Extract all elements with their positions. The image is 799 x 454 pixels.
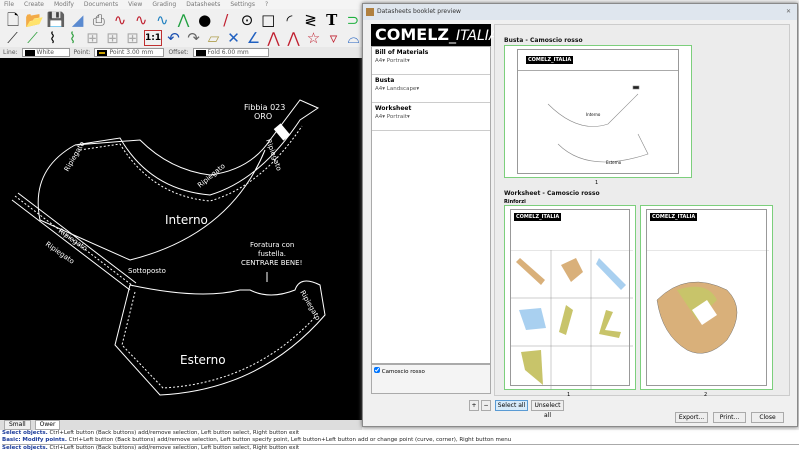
drawing-canvas[interactable]: Fibbia 023 ORO Ripiegato Ripiegato Ripie… (0, 58, 362, 420)
options-bar: Line: White Point: Point 3.00 mm Offset:… (0, 47, 362, 58)
label-sottoposto: Sottoposto (128, 267, 166, 275)
point-value: Point 3.00 mm (109, 49, 154, 56)
point-label: Point: (73, 49, 91, 56)
label-ripiegato-6: Ripiegato (298, 289, 322, 322)
status-mode-2: Basic: Modify points. (2, 437, 67, 443)
doc-format-select[interactable]: A4▾ Portrait▾ (375, 114, 410, 120)
measure-icon[interactable]: ⟋ (4, 28, 21, 48)
menu-modify[interactable]: Modify (54, 0, 74, 9)
status-mode-1: Select objects. (2, 430, 48, 436)
datasheets-preview-dialog: Datasheets booklet preview ✕ COMELZ_ITAL… (362, 3, 798, 427)
doc-format-select[interactable]: A4▾ Landscape▾ (375, 86, 419, 92)
offset-value: Fold 6.00 mm (207, 49, 249, 56)
status-mode-3: Select objects. (2, 445, 48, 451)
tab-ower[interactable]: Ower (34, 420, 61, 430)
point-select[interactable]: Point 3.00 mm (94, 48, 165, 57)
eraser-icon[interactable]: ▱ (205, 28, 222, 48)
section-title-worksheet: Worksheet - Camoscio rosso (504, 190, 600, 197)
preview-page-busta-1[interactable]: COMELZ_ITALIA Interno Esterno (504, 45, 692, 178)
line-value: White (36, 49, 54, 56)
comelz-logo: COMELZ_ITALIA (371, 24, 498, 46)
page-number: 1 (595, 180, 599, 186)
page-number: 2 (704, 392, 708, 398)
material-list: Camoscio rosso (371, 364, 491, 394)
stitch-2-icon[interactable]: ⌇ (64, 28, 81, 48)
unselect-all-button[interactable]: Unselect all (531, 400, 564, 419)
menu-grading[interactable]: Grading (152, 0, 176, 9)
status-hint-1: Ctrl+Left button (Back buttons) add/remo… (49, 430, 300, 436)
close-button[interactable]: Close (751, 412, 784, 423)
offset-label: Offset: (168, 49, 189, 56)
shoe-icon[interactable]: ⌓ (345, 28, 362, 48)
page-number: 1 (567, 392, 571, 398)
label-ripiegato-2: Ripiegato (196, 162, 227, 190)
tab-small[interactable]: Small (4, 420, 31, 430)
doc-format-select[interactable]: A4▾ Portrait▾ (375, 58, 410, 64)
mini-label-interno: Interno (586, 112, 601, 117)
menu-create[interactable]: Create (24, 0, 44, 9)
zoom-1-1-button[interactable]: 1:1 (144, 30, 162, 46)
preview-page-worksheet-2[interactable]: COMELZ_ITALIA (640, 205, 773, 390)
dialog-title: Datasheets booklet preview (377, 8, 461, 15)
menu-settings[interactable]: Settings (230, 0, 255, 9)
booklet-preview[interactable]: Busta - Camoscio rosso COMELZ_ITALIA Int… (494, 24, 790, 398)
label-esterno: Esterno (180, 353, 226, 367)
doc-item-worksheet[interactable]: Worksheet A4▾ Portrait▾ (372, 103, 490, 131)
select-all-button[interactable]: Select all (495, 400, 528, 411)
interno-piece (37, 99, 320, 261)
label-ripiegato-5: Ripiegato (44, 240, 76, 266)
menu-help[interactable]: ? (265, 0, 268, 9)
status-hint-3: Ctrl+Left button (Back buttons) add/remo… (49, 445, 300, 451)
peak-2-icon[interactable]: ⋀ (285, 28, 302, 48)
cut-lines-icon[interactable]: ✕ (225, 28, 242, 48)
mini-label-esterno: Esterno (606, 160, 622, 165)
mini-logo: COMELZ_ITALIA (650, 213, 698, 221)
mini-logo: COMELZ_ITALIA (514, 213, 562, 221)
toolbar-row-2: ⟋ ⟋ ⌇ ⌇ ⊞ ⊞ ⊞ 1:1 ↶ ↷ ▱ ✕ ∠ ⋀ ⋀ ☆ ▿ ⌓ (0, 27, 362, 49)
label-foratura-1: Foratura con (250, 241, 294, 249)
mini-logo: COMELZ_ITALIA (526, 56, 574, 64)
preview-page-worksheet-1[interactable]: COMELZ_ITALIA (504, 205, 636, 390)
grid-icon[interactable]: ⊞ (84, 28, 101, 48)
menu-file[interactable]: File (4, 0, 14, 9)
material-checkbox[interactable]: Camoscio rosso (374, 367, 425, 375)
line-select[interactable]: White (21, 48, 70, 57)
peak-icon[interactable]: ⋀ (265, 28, 282, 48)
offset-select[interactable]: Fold 6.00 mm (192, 48, 269, 57)
dialog-title-bar[interactable]: Datasheets booklet preview ✕ (363, 4, 797, 20)
label-foratura-3: CENTRARE BENE! (241, 259, 302, 267)
grid-2-icon[interactable]: ⊞ (104, 28, 121, 48)
stitch-icon[interactable]: ⌇ (44, 28, 61, 48)
close-window-icon[interactable]: ✕ (786, 4, 791, 20)
document-tabs: Small Ower (0, 420, 362, 430)
undo-icon[interactable]: ↶ (165, 28, 182, 48)
document-list: Bill of Materials A4▾ Portrait▾ Busta A4▾ … (371, 46, 491, 364)
label-fibbia: Fibbia 023 (244, 103, 285, 112)
doc-item-busta[interactable]: Busta A4▾ Landscape▾ (372, 75, 490, 103)
angle-icon[interactable]: ∠ (245, 28, 262, 48)
offset-line-icon[interactable]: ⟋ (24, 28, 41, 48)
line-label: Line: (3, 49, 18, 56)
grid-3-icon[interactable]: ⊞ (124, 28, 141, 48)
menu-documents[interactable]: Documents (84, 0, 118, 9)
add-button[interactable]: + (469, 400, 479, 411)
menu-view[interactable]: View (128, 0, 142, 9)
status-bar: Select objects. Ctrl+Left button (Back b… (0, 430, 799, 454)
section-title-busta: Busta - Camoscio rosso (504, 37, 583, 44)
status-hint-2: Ctrl+Left button (Back buttons) add/remo… (68, 437, 512, 443)
app-icon (366, 8, 374, 16)
notch-icon[interactable]: ▿ (325, 28, 342, 48)
label-interno: Interno (165, 213, 208, 227)
star-icon[interactable]: ☆ (305, 28, 322, 48)
doc-item-bill-of-materials[interactable]: Bill of Materials A4▾ Portrait▾ (372, 47, 490, 75)
menu-datasheets[interactable]: Datasheets (186, 0, 220, 9)
label-oro: ORO (254, 112, 272, 121)
export-button[interactable]: Export... (675, 412, 708, 423)
remove-button[interactable]: − (481, 400, 491, 411)
redo-icon[interactable]: ↷ (185, 28, 202, 48)
label-foratura-2: fustella. (258, 250, 286, 258)
print-button[interactable]: Print... (713, 412, 746, 423)
